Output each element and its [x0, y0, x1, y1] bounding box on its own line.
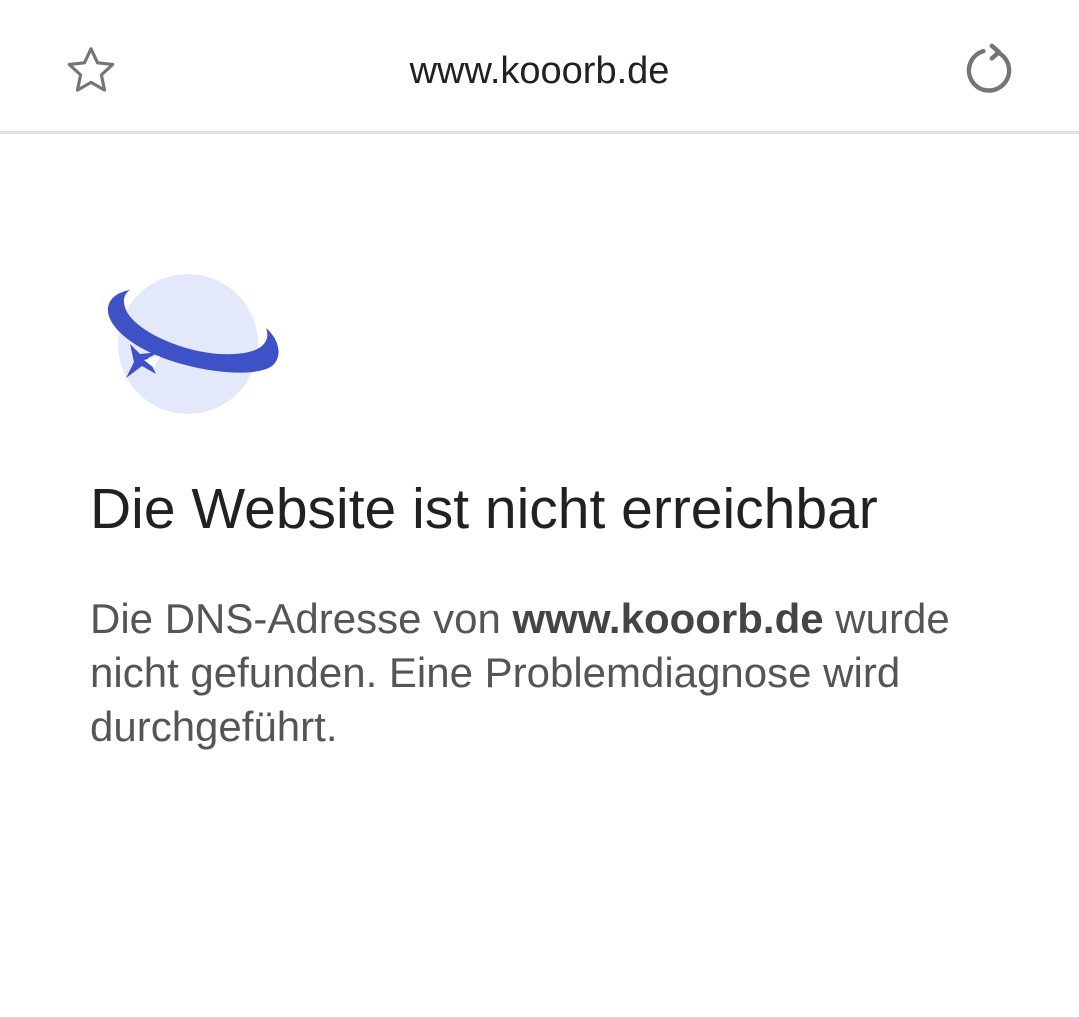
bookmark-button[interactable] — [56, 36, 126, 106]
error-title: Die Website ist nicht erreichbar — [90, 477, 878, 541]
error-message-prefix: Die DNS-Adresse von — [90, 595, 513, 642]
error-message-host: www.kooorb.de — [512, 595, 824, 642]
browser-toolbar: www.kooorb.de — [0, 0, 1079, 134]
url-display[interactable]: www.kooorb.de — [150, 46, 929, 96]
star-outline-icon — [67, 47, 115, 92]
planet-error-icon — [107, 274, 279, 414]
reload-icon — [966, 43, 1012, 93]
error-message: Die DNS-Adresse von www.kooorb.de wurde … — [90, 592, 990, 754]
reload-button[interactable] — [954, 36, 1024, 106]
